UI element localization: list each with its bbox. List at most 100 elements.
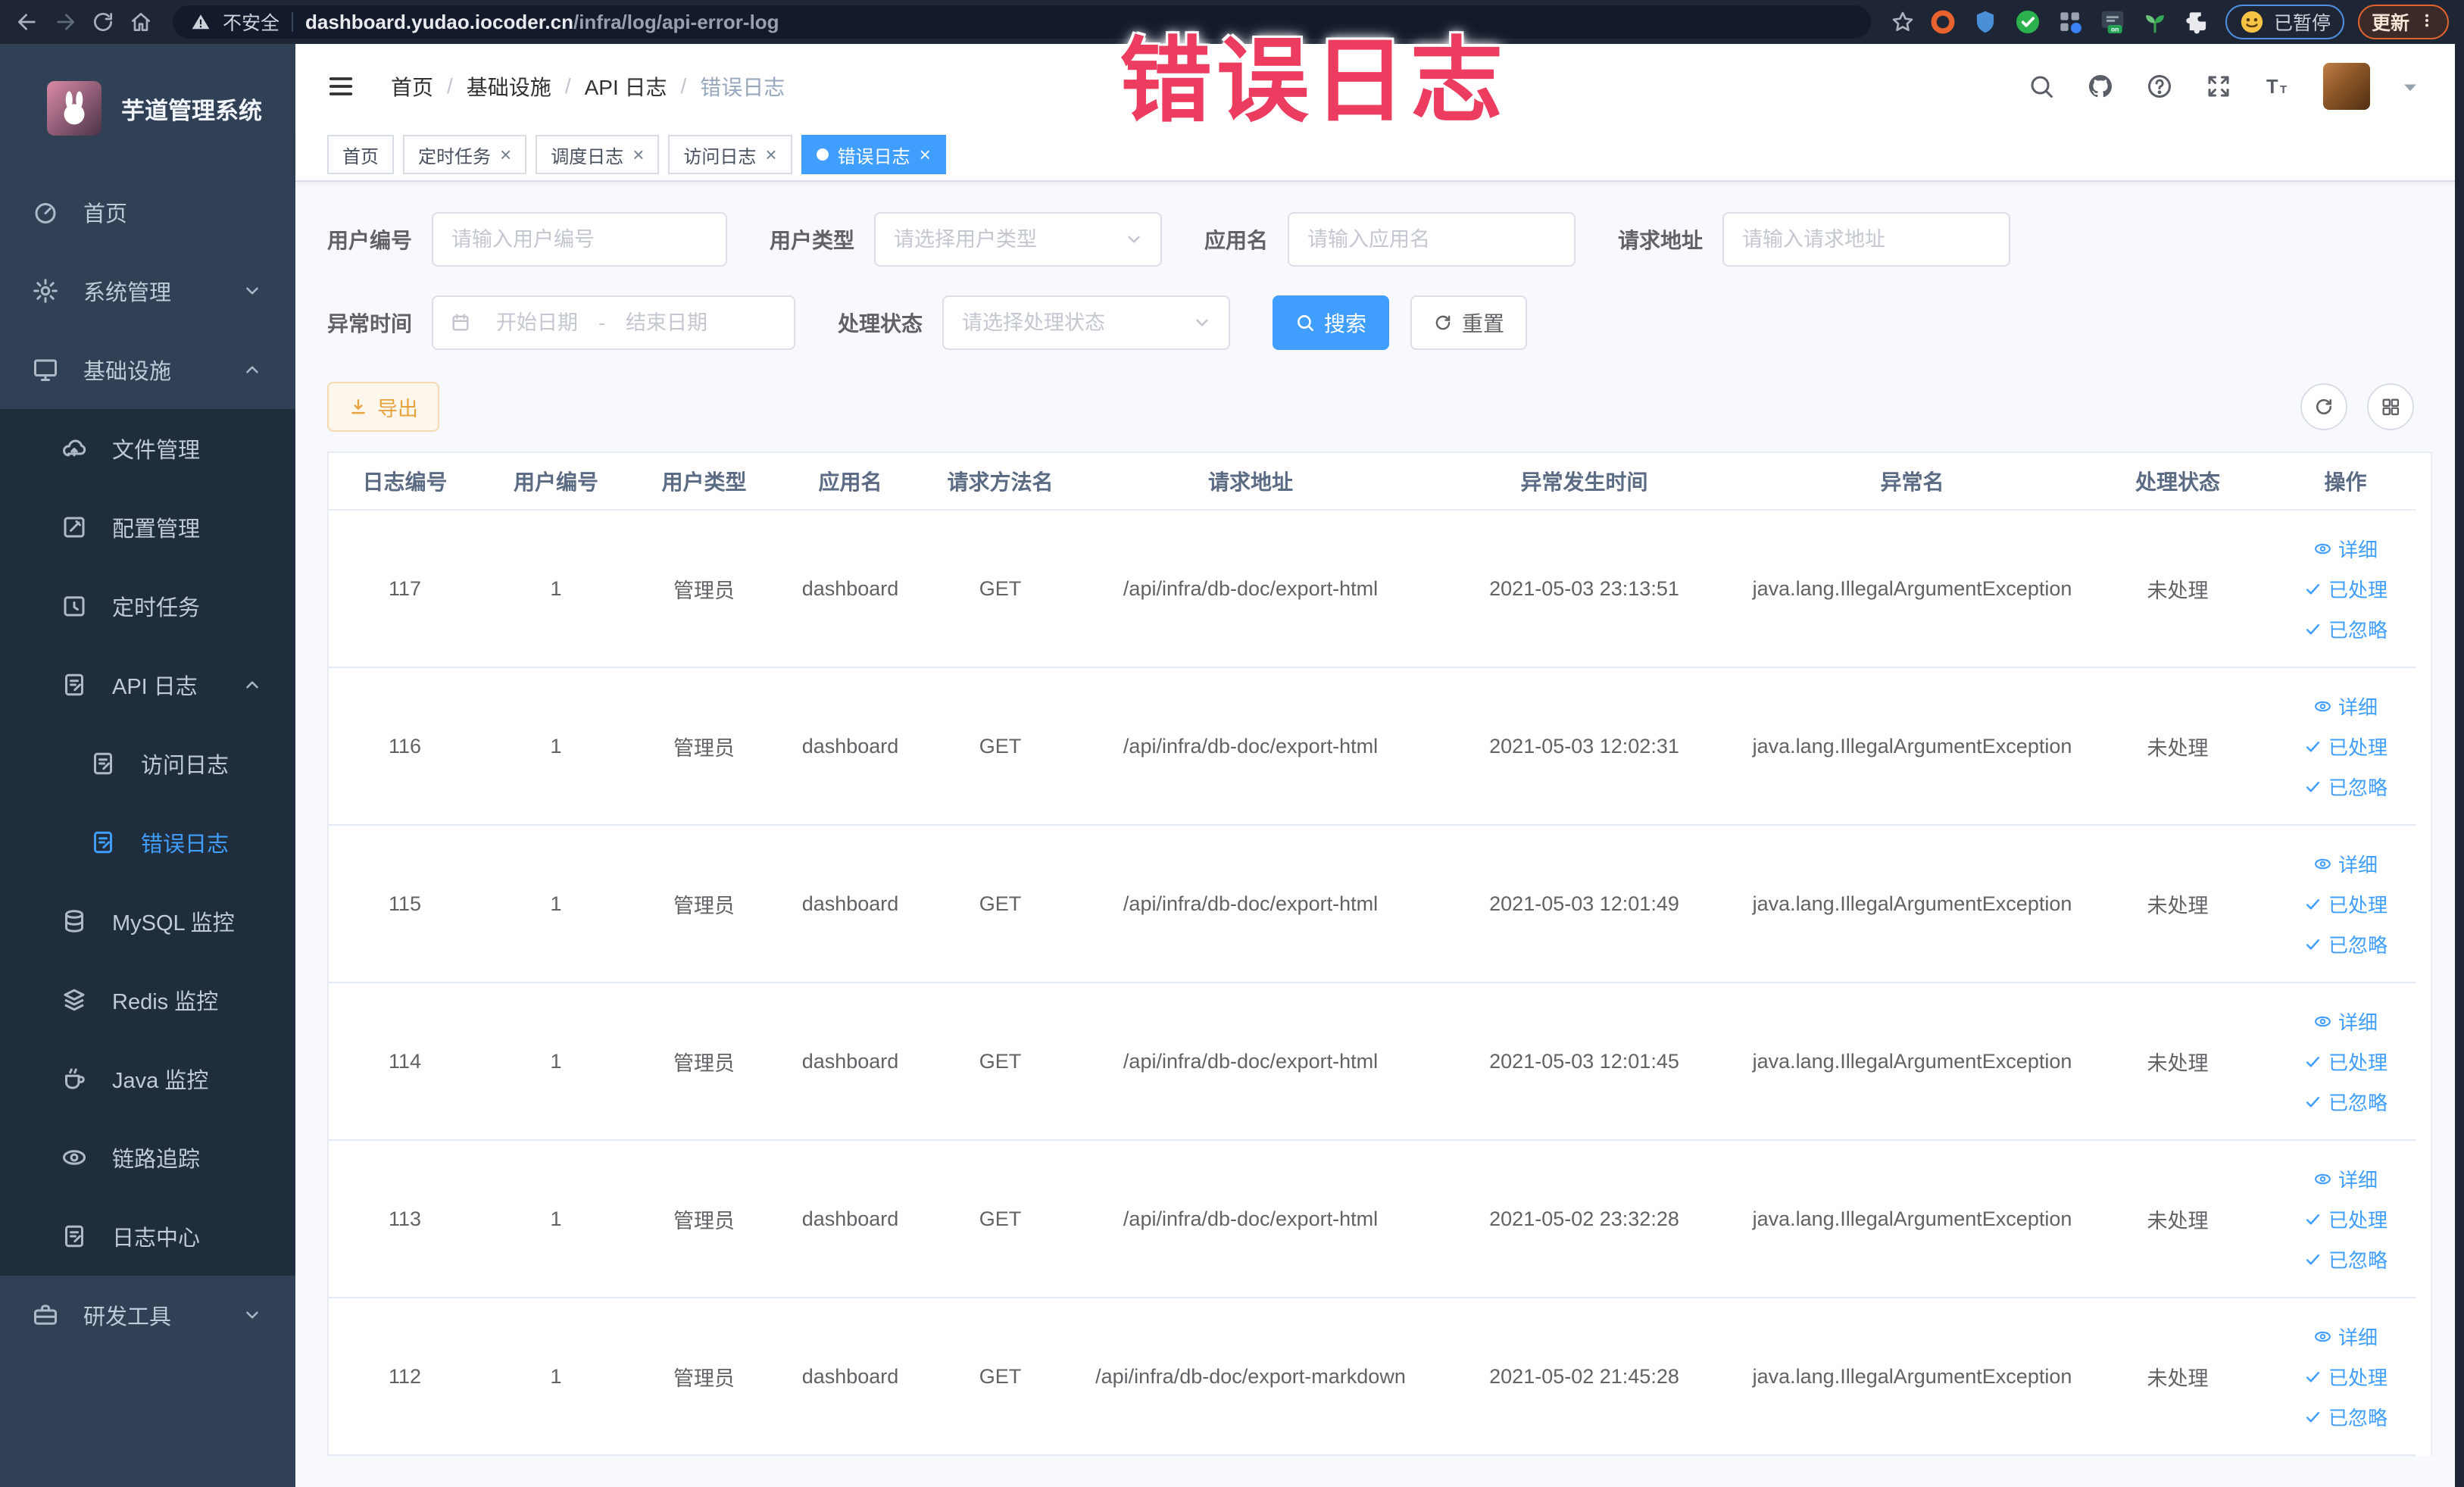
process-status-input[interactable] bbox=[960, 310, 1187, 336]
tab-label: 定时任务 bbox=[418, 146, 491, 167]
browser-forward-icon[interactable] bbox=[53, 10, 77, 34]
extension-icon-blue-shield[interactable] bbox=[1971, 8, 2000, 36]
mark-processed-link[interactable]: 已处理 bbox=[2303, 575, 2387, 603]
tab-scheduled-jobs[interactable]: 定时任务 bbox=[403, 135, 527, 174]
close-tab-icon[interactable] bbox=[632, 145, 644, 164]
app-name-field[interactable] bbox=[1288, 212, 1576, 267]
reset-button[interactable]: 重置 bbox=[1410, 295, 1528, 350]
sidebar-item-redis-monitor[interactable]: Redis 监控 bbox=[0, 961, 295, 1039]
request-url-input[interactable] bbox=[1741, 226, 1993, 252]
cell-operations: 详细 已处理 已忽略 bbox=[2275, 1141, 2416, 1298]
sidebar-item-file-management[interactable]: 文件管理 bbox=[0, 409, 295, 488]
cell-user-id: 1 bbox=[481, 1141, 631, 1298]
mark-ignored-link[interactable]: 已忽略 bbox=[2303, 1245, 2387, 1273]
mark-processed-link[interactable]: 已处理 bbox=[2303, 1048, 2387, 1076]
mark-ignored-link[interactable]: 已忽略 bbox=[2303, 930, 2387, 958]
browser-update-button[interactable]: 更新 bbox=[2357, 5, 2449, 39]
extension-icon-green-check[interactable] bbox=[2013, 8, 2042, 36]
mark-ignored-link[interactable]: 已忽略 bbox=[2303, 1088, 2387, 1116]
page-scrollbar[interactable] bbox=[2455, 44, 2464, 1487]
detail-link[interactable]: 详细 bbox=[2313, 535, 2378, 563]
mark-ignored-link[interactable]: 已忽略 bbox=[2303, 1403, 2387, 1431]
browser-profile-chip[interactable]: 已暂停 bbox=[2225, 5, 2344, 39]
sidebar-item-dev-tools[interactable]: 研发工具 bbox=[0, 1276, 295, 1354]
close-tab-icon[interactable] bbox=[765, 145, 776, 164]
table-row: 115 1 管理员 dashboard GET /api/infra/db-do… bbox=[329, 826, 2431, 983]
sidebar-item-mysql-monitor[interactable]: MySQL 监控 bbox=[0, 882, 295, 961]
cell-log-id: 113 bbox=[329, 1141, 481, 1298]
sidebar-item-tracing[interactable]: 链路追踪 bbox=[0, 1118, 295, 1197]
sidebar-toggle-icon[interactable] bbox=[326, 71, 356, 102]
column-settings-button[interactable] bbox=[2367, 383, 2414, 430]
close-tab-icon[interactable] bbox=[500, 145, 511, 164]
topbar: 首页 / 基础设施 / API 日志 / 错误日志 T T bbox=[295, 44, 2464, 129]
breadcrumb-api-log[interactable]: API 日志 bbox=[585, 71, 667, 102]
exception-time-range-picker[interactable]: - bbox=[432, 295, 796, 350]
browser-menu-kebab-icon[interactable] bbox=[2419, 12, 2435, 32]
sidebar-item-error-log[interactable]: 错误日志 bbox=[0, 803, 295, 882]
mark-processed-link[interactable]: 已处理 bbox=[2303, 733, 2387, 761]
avatar-caret-down-icon[interactable] bbox=[2402, 80, 2419, 92]
cell-operations: 详细 已处理 已忽略 bbox=[2275, 1298, 2416, 1456]
sidebar-item-home[interactable]: 首页 bbox=[0, 173, 295, 251]
font-size-icon[interactable]: TT bbox=[2264, 73, 2291, 100]
detail-link[interactable]: 详细 bbox=[2313, 850, 2378, 878]
end-date-input[interactable] bbox=[610, 310, 724, 336]
export-button[interactable]: 导出 bbox=[327, 382, 439, 432]
tab-error-log[interactable]: 错误日志 bbox=[801, 135, 946, 174]
sidebar-item-scheduled-jobs[interactable]: 定时任务 bbox=[0, 567, 295, 645]
tab-home[interactable]: 首页 bbox=[327, 135, 394, 174]
detail-link[interactable]: 详细 bbox=[2313, 692, 2378, 720]
main-area: 首页 / 基础设施 / API 日志 / 错误日志 T T 首页 定时任务 × … bbox=[295, 44, 2464, 1487]
mark-processed-link[interactable]: 已处理 bbox=[2303, 890, 2387, 918]
help-icon[interactable] bbox=[2146, 73, 2173, 100]
sidebar-item-log-center[interactable]: 日志中心 bbox=[0, 1197, 295, 1276]
search-icon[interactable] bbox=[2028, 73, 2055, 100]
request-url-field[interactable] bbox=[1722, 212, 2011, 267]
tab-label: 访问日志 bbox=[683, 146, 757, 167]
user-id-input[interactable] bbox=[450, 226, 710, 252]
bookmark-star-icon[interactable] bbox=[1891, 10, 1915, 34]
extension-icon-sprout[interactable] bbox=[2141, 8, 2169, 36]
breadcrumb-home[interactable]: 首页 bbox=[391, 71, 433, 102]
refresh-button[interactable] bbox=[2300, 383, 2347, 430]
github-icon[interactable] bbox=[2087, 73, 2114, 100]
sidebar-item-java-monitor[interactable]: Java 监控 bbox=[0, 1039, 295, 1118]
browser-home-icon[interactable] bbox=[129, 10, 153, 34]
extension-icon-on-badge[interactable]: on bbox=[2098, 8, 2127, 36]
log-document-icon bbox=[61, 1223, 88, 1250]
close-tab-icon[interactable] bbox=[920, 145, 931, 164]
user-type-select[interactable] bbox=[874, 212, 1163, 267]
breadcrumb-infra[interactable]: 基础设施 bbox=[467, 71, 551, 102]
tab-access-log[interactable]: 访问日志 bbox=[668, 135, 792, 174]
detail-link[interactable]: 详细 bbox=[2313, 1007, 2378, 1036]
user-id-field[interactable] bbox=[432, 212, 728, 267]
sidebar-item-infra[interactable]: 基础设施 bbox=[0, 330, 295, 409]
sidebar-item-access-log[interactable]: 访问日志 bbox=[0, 724, 295, 803]
address-bar[interactable]: 不安全 dashboard.yudao.iocoder.cn /infra/lo… bbox=[173, 5, 1871, 39]
browser-back-icon[interactable] bbox=[15, 10, 39, 34]
mark-processed-link[interactable]: 已处理 bbox=[2303, 1363, 2387, 1391]
mark-ignored-link[interactable]: 已忽略 bbox=[2303, 773, 2387, 801]
detail-link[interactable]: 详细 bbox=[2313, 1165, 2378, 1193]
extension-icon-orange-ring[interactable] bbox=[1928, 8, 1957, 36]
process-status-select[interactable] bbox=[942, 295, 1231, 350]
search-button[interactable]: 搜索 bbox=[1273, 295, 1390, 350]
fullscreen-icon[interactable] bbox=[2205, 73, 2232, 100]
user-avatar[interactable] bbox=[2323, 63, 2370, 110]
tab-schedule-log[interactable]: 调度日志 bbox=[536, 135, 660, 174]
mark-processed-link[interactable]: 已处理 bbox=[2303, 1205, 2387, 1233]
mark-ignored-link[interactable]: 已忽略 bbox=[2303, 615, 2387, 643]
user-type-input[interactable] bbox=[892, 226, 1119, 252]
detail-link[interactable]: 详细 bbox=[2313, 1323, 2378, 1351]
extension-icon-puzzle[interactable] bbox=[2183, 8, 2212, 36]
toolbox-icon bbox=[32, 1301, 59, 1329]
browser-reload-icon[interactable] bbox=[91, 10, 115, 34]
app-name-input[interactable] bbox=[1306, 226, 1558, 252]
sidebar-item-label: 基础设施 bbox=[83, 360, 172, 384]
start-date-input[interactable] bbox=[480, 310, 595, 336]
extension-icon-grid[interactable] bbox=[2056, 8, 2085, 36]
sidebar-item-system[interactable]: 系统管理 bbox=[0, 251, 295, 330]
sidebar-item-api-log[interactable]: API 日志 bbox=[0, 645, 295, 724]
sidebar-item-config-management[interactable]: 配置管理 bbox=[0, 488, 295, 567]
